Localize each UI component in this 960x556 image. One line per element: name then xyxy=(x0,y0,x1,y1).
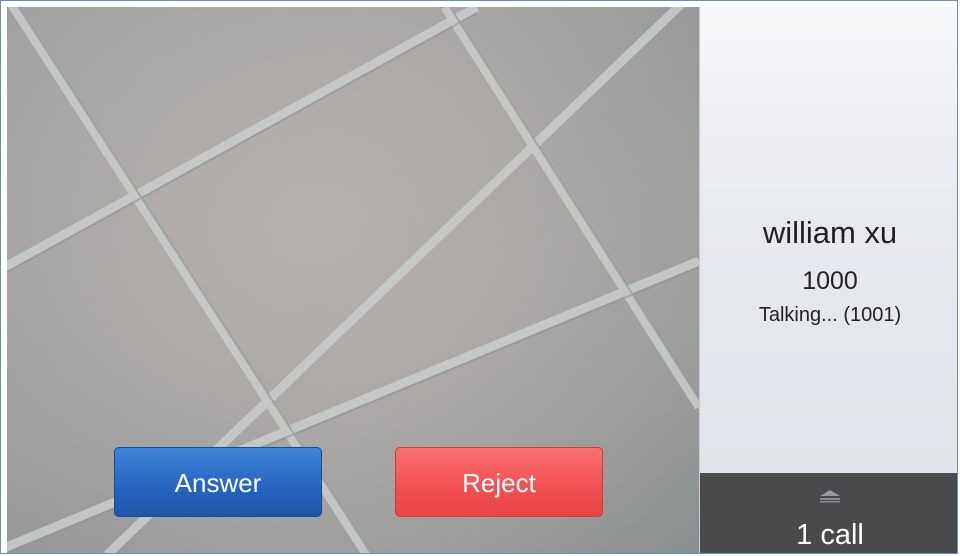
reject-button[interactable]: Reject xyxy=(395,447,603,517)
answer-button[interactable]: Answer xyxy=(114,447,322,517)
calls-list-tab[interactable]: 1 call xyxy=(700,473,957,553)
call-count-label: 1 call xyxy=(796,519,864,551)
video-preview: Answer Reject xyxy=(7,7,699,553)
caller-name: william xu xyxy=(762,215,898,250)
chevron-up-icon xyxy=(820,490,840,503)
phone-screen: Answer Reject william xu 1000 Talking...… xyxy=(0,0,958,554)
caller-info: william xu 1000 Talking... (1001) xyxy=(700,213,957,329)
call-status: Talking... (1001) xyxy=(758,304,902,326)
call-screen: Answer Reject william xu 1000 Talking...… xyxy=(7,7,957,553)
call-info-panel: william xu 1000 Talking... (1001) 1 call xyxy=(699,7,957,553)
caller-number: 1000 xyxy=(802,267,858,295)
